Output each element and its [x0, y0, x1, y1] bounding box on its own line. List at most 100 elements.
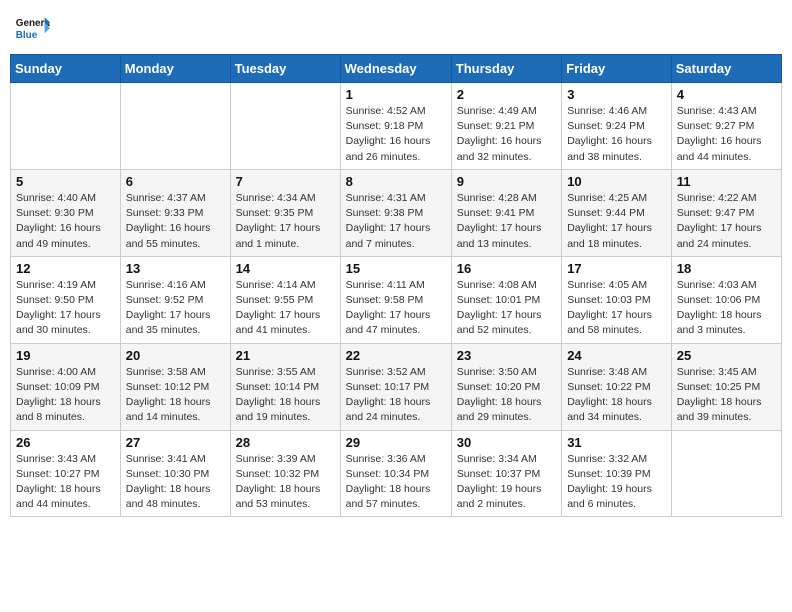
calendar-day-cell: 11Sunrise: 4:22 AM Sunset: 9:47 PM Dayli…	[671, 169, 781, 256]
day-number: 8	[346, 174, 446, 189]
day-number: 23	[457, 348, 556, 363]
day-info: Sunrise: 4:34 AM Sunset: 9:35 PM Dayligh…	[236, 191, 335, 252]
day-info: Sunrise: 3:50 AM Sunset: 10:20 PM Daylig…	[457, 365, 556, 426]
calendar-day-cell	[230, 83, 340, 170]
svg-text:Blue: Blue	[16, 30, 38, 41]
day-number: 2	[457, 87, 556, 102]
day-number: 18	[677, 261, 776, 276]
calendar-day-cell: 18 Sunrise: 4:03 AM Sunset: 10:06 PM Dayl…	[671, 256, 781, 343]
calendar-day-cell: 4 Sunrise: 4:43 AM Sunset: 9:27 PM Daylig…	[671, 83, 781, 170]
day-info: Sunrise: 4:19 AM Sunset: 9:50 PM Dayligh…	[16, 278, 115, 339]
day-number: 13	[126, 261, 225, 276]
day-number: 5	[16, 174, 115, 189]
day-info: Sunrise: 3:58 AM Sunset: 10:12 PM Daylig…	[126, 365, 225, 426]
day-number: 28	[236, 435, 335, 450]
calendar-day-cell: 13 Sunrise: 4:16 AM Sunset: 9:52 PM Dayli…	[120, 256, 230, 343]
day-number: 7	[236, 174, 335, 189]
calendar-week-row: 19 Sunrise: 4:00 AM Sunset: 10:09 PM Dayl…	[11, 343, 782, 430]
day-number: 29	[346, 435, 446, 450]
calendar-day-cell: 28 Sunrise: 3:39 AM Sunset: 10:32 PM Dayl…	[230, 430, 340, 517]
calendar-day-cell: 6 Sunrise: 4:37 AM Sunset: 9:33 PM Daylig…	[120, 169, 230, 256]
day-info: Sunrise: 4:16 AM Sunset: 9:52 PM Dayligh…	[126, 278, 225, 339]
day-info: Sunrise: 4:37 AM Sunset: 9:33 PM Dayligh…	[126, 191, 225, 252]
day-number: 31	[567, 435, 666, 450]
day-number: 20	[126, 348, 225, 363]
calendar-day-cell: 2 Sunrise: 4:49 AM Sunset: 9:21 PM Daylig…	[451, 83, 561, 170]
calendar-table: SundayMondayTuesdayWednesdayThursdayFrid…	[10, 54, 782, 517]
day-info: Sunrise: 4:40 AM Sunset: 9:30 PM Dayligh…	[16, 191, 115, 252]
day-number: 25	[677, 348, 776, 363]
day-info: Sunrise: 3:52 AM Sunset: 10:17 PM Daylig…	[346, 365, 446, 426]
calendar-day-cell: 3Sunrise: 4:46 AM Sunset: 9:24 PM Daylig…	[562, 83, 672, 170]
calendar-day-cell: 12 Sunrise: 4:19 AM Sunset: 9:50 PM Dayli…	[11, 256, 121, 343]
day-info: Sunrise: 3:48 AM Sunset: 10:22 PM Daylig…	[567, 365, 666, 426]
calendar-day-cell: 20 Sunrise: 3:58 AM Sunset: 10:12 PM Dayl…	[120, 343, 230, 430]
day-of-week-header: Wednesday	[340, 55, 451, 83]
day-number: 3	[567, 87, 666, 102]
day-info: Sunrise: 3:45 AM Sunset: 10:25 PM Daylig…	[677, 365, 776, 426]
day-info: Sunrise: 4:03 AM Sunset: 10:06 PM Daylig…	[677, 278, 776, 339]
day-info: Sunrise: 4:14 AM Sunset: 9:55 PM Dayligh…	[236, 278, 335, 339]
day-info: Sunrise: 3:55 AM Sunset: 10:14 PM Daylig…	[236, 365, 335, 426]
day-of-week-header: Monday	[120, 55, 230, 83]
day-number: 9	[457, 174, 556, 189]
day-number: 4	[677, 87, 776, 102]
day-of-week-header: Sunday	[11, 55, 121, 83]
calendar-day-cell: 19 Sunrise: 4:00 AM Sunset: 10:09 PM Dayl…	[11, 343, 121, 430]
day-of-week-header: Saturday	[671, 55, 781, 83]
day-info: Sunrise: 4:28 AM Sunset: 9:41 PM Dayligh…	[457, 191, 556, 252]
day-info: Sunrise: 3:34 AM Sunset: 10:37 PM Daylig…	[457, 452, 556, 513]
day-info: Sunrise: 3:32 AM Sunset: 10:39 PM Daylig…	[567, 452, 666, 513]
logo: General Blue	[14, 10, 50, 46]
day-info: Sunrise: 4:08 AM Sunset: 10:01 PM Daylig…	[457, 278, 556, 339]
day-number: 14	[236, 261, 335, 276]
day-info: Sunrise: 4:05 AM Sunset: 10:03 PM Daylig…	[567, 278, 666, 339]
calendar-week-row: 26Sunrise: 3:43 AM Sunset: 10:27 PM Dayl…	[11, 430, 782, 517]
day-number: 27	[126, 435, 225, 450]
day-info: Sunrise: 4:25 AM Sunset: 9:44 PM Dayligh…	[567, 191, 666, 252]
day-info: Sunrise: 3:41 AM Sunset: 10:30 PM Daylig…	[126, 452, 225, 513]
calendar-day-cell: 14 Sunrise: 4:14 AM Sunset: 9:55 PM Dayli…	[230, 256, 340, 343]
calendar-day-cell	[120, 83, 230, 170]
calendar-day-cell: 10 Sunrise: 4:25 AM Sunset: 9:44 PM Dayli…	[562, 169, 672, 256]
day-info: Sunrise: 4:11 AM Sunset: 9:58 PM Dayligh…	[346, 278, 446, 339]
day-info: Sunrise: 4:52 AM Sunset: 9:18 PM Dayligh…	[346, 104, 446, 165]
calendar-day-cell: 25 Sunrise: 3:45 AM Sunset: 10:25 PM Dayl…	[671, 343, 781, 430]
calendar-day-cell	[671, 430, 781, 517]
day-info: Sunrise: 3:43 AM Sunset: 10:27 PM Daylig…	[16, 452, 115, 513]
day-info: Sunrise: 4:00 AM Sunset: 10:09 PM Daylig…	[16, 365, 115, 426]
calendar-day-cell: 1Sunrise: 4:52 AM Sunset: 9:18 PM Daylig…	[340, 83, 451, 170]
calendar-day-cell: 27 Sunrise: 3:41 AM Sunset: 10:30 PM Dayl…	[120, 430, 230, 517]
calendar-day-cell	[11, 83, 121, 170]
day-info: Sunrise: 4:43 AM Sunset: 9:27 PM Dayligh…	[677, 104, 776, 165]
calendar-day-cell: 15 Sunrise: 4:11 AM Sunset: 9:58 PM Dayli…	[340, 256, 451, 343]
day-of-week-header: Tuesday	[230, 55, 340, 83]
day-number: 17	[567, 261, 666, 276]
day-info: Sunrise: 3:36 AM Sunset: 10:34 PM Daylig…	[346, 452, 446, 513]
day-info: Sunrise: 4:31 AM Sunset: 9:38 PM Dayligh…	[346, 191, 446, 252]
calendar-day-cell: 30 Sunrise: 3:34 AM Sunset: 10:37 PM Dayl…	[451, 430, 561, 517]
day-info: Sunrise: 3:39 AM Sunset: 10:32 PM Daylig…	[236, 452, 335, 513]
day-number: 11	[677, 174, 776, 189]
day-number: 22	[346, 348, 446, 363]
day-number: 24	[567, 348, 666, 363]
day-number: 12	[16, 261, 115, 276]
calendar-week-row: 5 Sunrise: 4:40 AM Sunset: 9:30 PM Daylig…	[11, 169, 782, 256]
day-number: 10	[567, 174, 666, 189]
calendar-day-cell: 7 Sunrise: 4:34 AM Sunset: 9:35 PM Daylig…	[230, 169, 340, 256]
day-number: 30	[457, 435, 556, 450]
day-of-week-header: Friday	[562, 55, 672, 83]
day-number: 19	[16, 348, 115, 363]
day-number: 6	[126, 174, 225, 189]
page-header: General Blue	[10, 10, 782, 46]
calendar-day-cell: 26Sunrise: 3:43 AM Sunset: 10:27 PM Dayl…	[11, 430, 121, 517]
logo-icon: General Blue	[14, 10, 50, 46]
day-number: 15	[346, 261, 446, 276]
calendar-week-row: 12 Sunrise: 4:19 AM Sunset: 9:50 PM Dayli…	[11, 256, 782, 343]
calendar-day-cell: 17 Sunrise: 4:05 AM Sunset: 10:03 PM Dayl…	[562, 256, 672, 343]
calendar-header-row: SundayMondayTuesdayWednesdayThursdayFrid…	[11, 55, 782, 83]
day-info: Sunrise: 4:49 AM Sunset: 9:21 PM Dayligh…	[457, 104, 556, 165]
calendar-day-cell: 24 Sunrise: 3:48 AM Sunset: 10:22 PM Dayl…	[562, 343, 672, 430]
calendar-day-cell: 5 Sunrise: 4:40 AM Sunset: 9:30 PM Daylig…	[11, 169, 121, 256]
calendar-day-cell: 22 Sunrise: 3:52 AM Sunset: 10:17 PM Dayl…	[340, 343, 451, 430]
